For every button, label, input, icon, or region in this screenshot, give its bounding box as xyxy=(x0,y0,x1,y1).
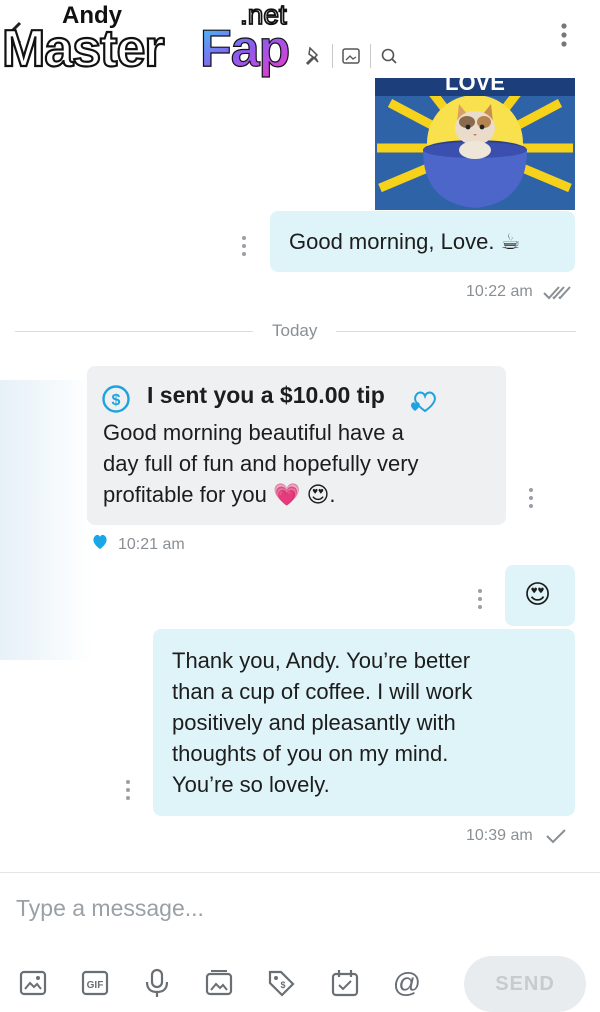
dollar-circle-icon: $ xyxy=(102,385,130,413)
media-icon[interactable] xyxy=(204,968,234,998)
search-icon[interactable] xyxy=(378,45,400,67)
message-options-icon[interactable] xyxy=(476,588,484,610)
message-text: Thank you, Andy. You’re better than a cu… xyxy=(172,648,473,797)
send-button[interactable]: SEND xyxy=(464,956,586,1012)
single-check-icon xyxy=(546,829,566,844)
message-text: Good morning beautiful have a day full o… xyxy=(103,420,419,507)
message-time: 10:39 am xyxy=(466,827,533,844)
double-check-read-icon xyxy=(543,286,571,300)
message-text: 😍 xyxy=(524,579,552,609)
message-time: 10:22 am xyxy=(466,283,533,300)
blurred-avatar-area xyxy=(0,380,92,660)
message-text: Good morning, Love. ☕ xyxy=(289,229,521,254)
header-separator xyxy=(332,44,333,68)
message-input[interactable] xyxy=(0,873,600,943)
schedule-icon[interactable] xyxy=(330,968,360,998)
svg-text:LOVE: LOVE xyxy=(445,78,505,95)
header-separator xyxy=(370,44,371,68)
mention-icon[interactable]: @ xyxy=(392,968,422,998)
price-tag-icon[interactable]: $ xyxy=(266,968,296,998)
microphone-icon[interactable] xyxy=(142,968,172,998)
kitten-photo[interactable]: LOVE xyxy=(375,78,575,210)
watermark-logo: .net Master Fap xyxy=(1,0,291,79)
pin-icon[interactable] xyxy=(302,45,324,67)
date-divider-line xyxy=(336,331,576,332)
image-icon[interactable] xyxy=(18,968,48,998)
incoming-tip-bubble[interactable]: $ I sent you a $10.00 tip Good morning b… xyxy=(87,366,506,525)
gif-icon[interactable]: GIF xyxy=(80,968,110,998)
more-vert-icon[interactable] xyxy=(552,20,576,50)
outgoing-message-bubble[interactable]: Good morning, Love. ☕ xyxy=(270,211,575,272)
date-divider-label: Today xyxy=(272,321,318,340)
tip-amount-line: I sent you a $10.00 tip xyxy=(147,382,385,408)
tip-hearts-icon xyxy=(411,391,436,413)
image-icon[interactable] xyxy=(340,45,362,67)
svg-text:Master: Master xyxy=(2,20,164,78)
svg-text:@: @ xyxy=(393,968,421,998)
date-divider-line xyxy=(15,331,253,332)
svg-text:GIF: GIF xyxy=(87,980,104,991)
liked-heart-icon[interactable] xyxy=(92,533,108,551)
message-options-icon[interactable] xyxy=(527,487,535,509)
kitten-illustration: LOVE xyxy=(375,78,575,210)
svg-text:$: $ xyxy=(280,980,285,990)
outgoing-emoji-bubble[interactable]: 😍 xyxy=(505,565,575,626)
svg-text:$: $ xyxy=(112,392,121,409)
message-options-icon[interactable] xyxy=(240,235,248,257)
svg-text:Fap: Fap xyxy=(200,20,289,78)
message-options-icon[interactable] xyxy=(124,779,132,801)
message-time: 10:21 am xyxy=(118,536,185,553)
kitten xyxy=(455,104,495,159)
outgoing-message-bubble[interactable]: Thank you, Andy. You’re better than a cu… xyxy=(153,629,575,816)
